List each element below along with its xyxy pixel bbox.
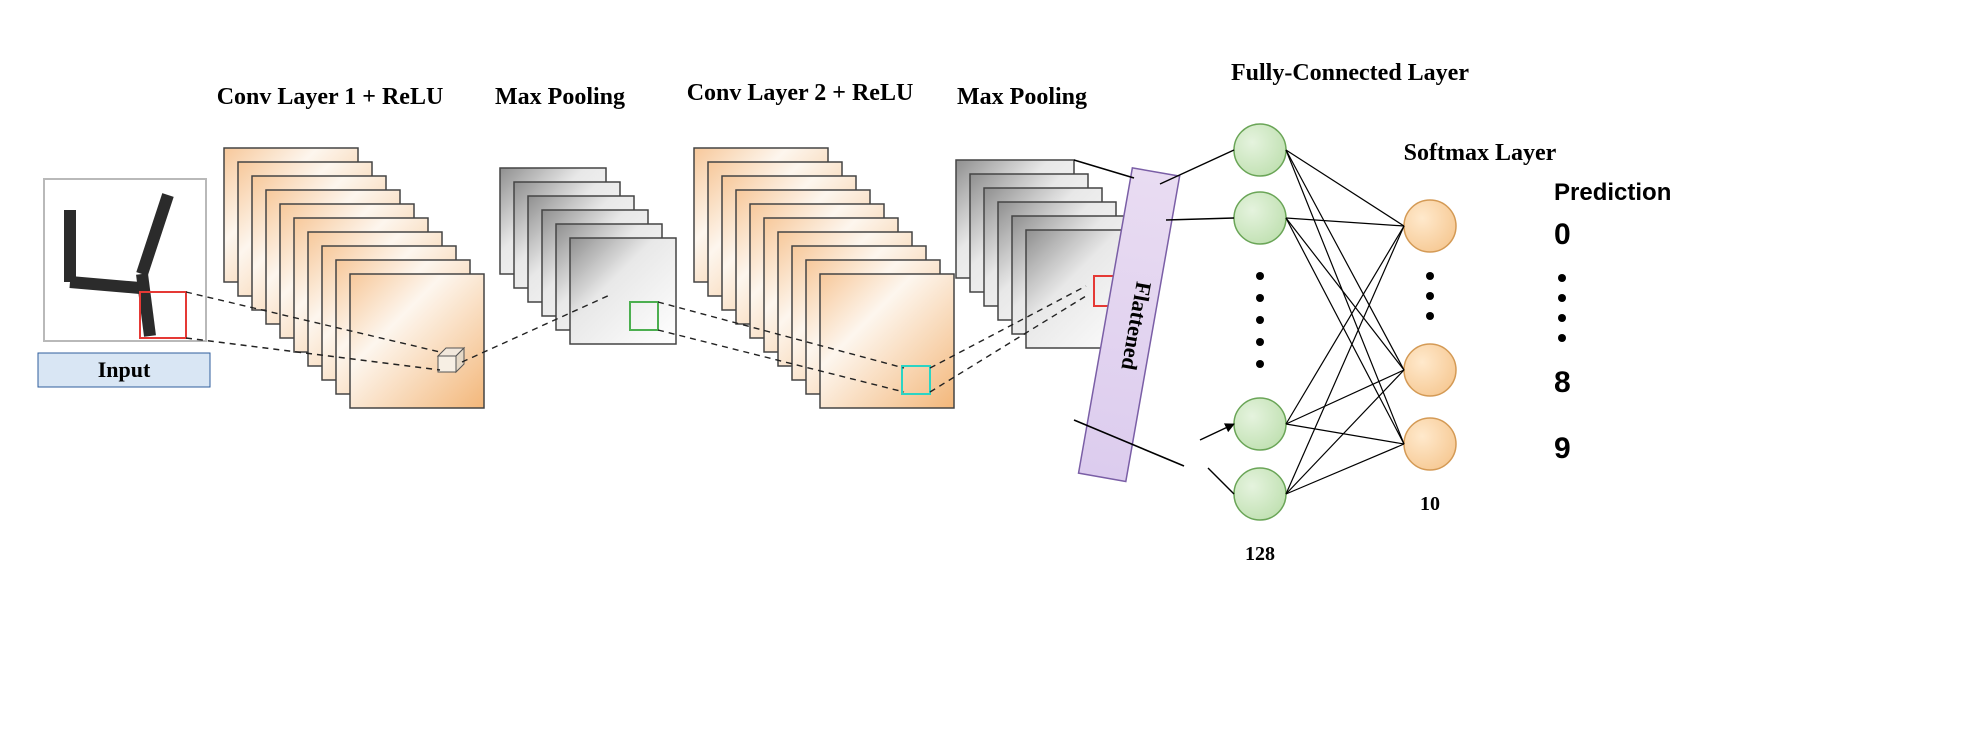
softmax-layer: Softmax Layer 10 [1404, 140, 1557, 515]
softmax-node [1404, 200, 1456, 252]
prediction-label: Prediction [1554, 179, 1671, 206]
ellipsis-icon [1256, 272, 1264, 368]
maxpool2-label: Max Pooling [957, 84, 1087, 110]
conv1-label: Conv Layer 1 + ReLU [217, 84, 444, 110]
input-block: Input [38, 179, 210, 387]
softmax-label: Softmax Layer [1404, 140, 1557, 166]
fc-node [1234, 192, 1286, 244]
conv2-label: Conv Layer 2 + ReLU [687, 80, 914, 106]
fc-label: Fully-Connected Layer [1231, 60, 1469, 86]
fc-to-softmax-lines [1286, 150, 1404, 494]
ellipsis-icon [1426, 272, 1434, 320]
maxpool1-label: Max Pooling [495, 84, 625, 110]
receptive-cube-icon [438, 348, 464, 372]
fc-layer: Fully-Connected Layer 128 [1231, 60, 1469, 565]
prediction-column: Prediction 0 8 9 [1554, 179, 1671, 465]
ellipsis-icon [1558, 274, 1566, 342]
prediction-0: 0 [1554, 218, 1571, 251]
fc-node [1234, 398, 1286, 450]
softmax-count-label: 10 [1420, 493, 1440, 515]
fc-node [1234, 468, 1286, 520]
fc-count-label: 128 [1245, 543, 1275, 565]
softmax-node [1404, 344, 1456, 396]
maxpool1-stack: Max Pooling [495, 84, 676, 344]
fc-node [1234, 124, 1286, 176]
prediction-8: 8 [1554, 366, 1571, 399]
input-label: Input [98, 357, 151, 382]
softmax-node [1404, 418, 1456, 470]
cnn-diagram: Input Conv Layer 1 + ReLU Max P [0, 0, 1974, 744]
prediction-9: 9 [1554, 432, 1571, 465]
conv2-stack: Conv Layer 2 + ReLU [687, 80, 954, 408]
